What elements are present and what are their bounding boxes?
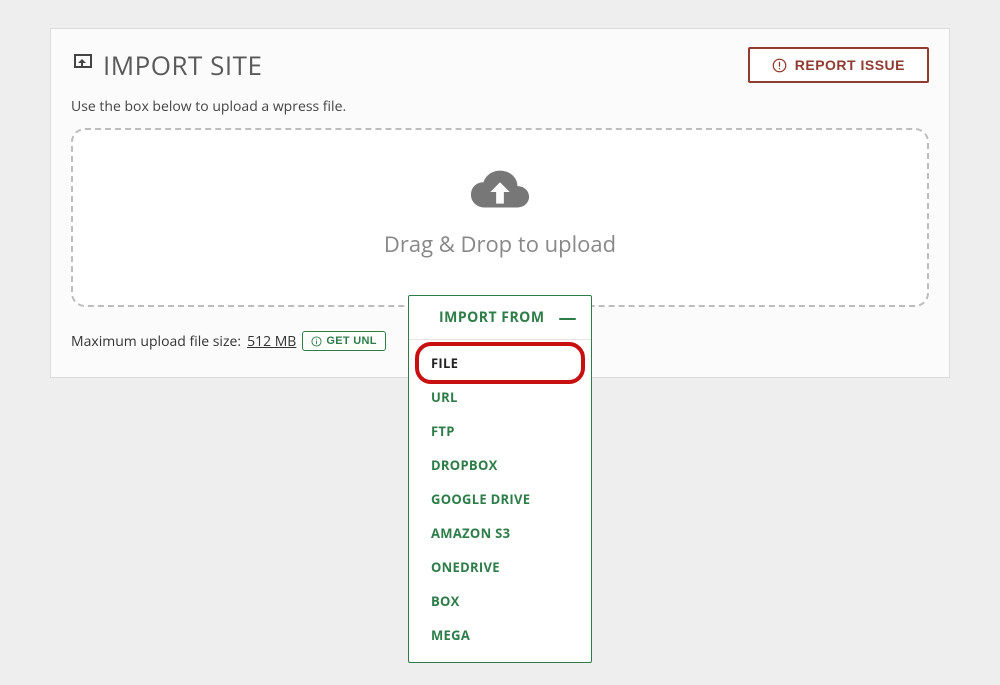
- panel-title-text: IMPORT SITE: [103, 47, 262, 83]
- alert-circle-icon: [772, 58, 787, 73]
- upload-dropzone[interactable]: Drag & Drop to upload: [71, 128, 929, 307]
- import-option-url[interactable]: URL: [409, 380, 591, 414]
- collapse-icon: —: [559, 311, 578, 325]
- highlight-ring: [415, 342, 585, 384]
- subtext: Use the box below to upload a wpress fil…: [71, 97, 929, 116]
- import-option-onedrive[interactable]: ONEDRIVE: [409, 550, 591, 584]
- panel-header: IMPORT SITE REPORT ISSUE: [71, 47, 929, 83]
- import-from-menu: FILEURLFTPDROPBOXGOOGLE DRIVEAMAZON S3ON…: [409, 340, 591, 662]
- import-option-amazon-s3[interactable]: AMAZON S3: [409, 516, 591, 550]
- import-from-toggle[interactable]: IMPORT FROM —: [409, 296, 591, 340]
- import-option-dropbox[interactable]: DROPBOX: [409, 448, 591, 482]
- import-option-box[interactable]: BOX: [409, 584, 591, 618]
- import-option-mega[interactable]: MEGA: [409, 618, 591, 652]
- import-from-dropdown: IMPORT FROM — FILEURLFTPDROPBOXGOOGLE DR…: [408, 295, 592, 663]
- import-from-label: IMPORT FROM: [439, 308, 545, 327]
- panel-title: IMPORT SITE: [71, 47, 262, 83]
- max-upload-size: 512 MB: [247, 332, 296, 351]
- info-circle-icon: [311, 336, 322, 347]
- import-option-google-drive[interactable]: GOOGLE DRIVE: [409, 482, 591, 516]
- import-option-file[interactable]: FILE: [409, 346, 591, 380]
- import-option-ftp[interactable]: FTP: [409, 414, 591, 448]
- report-issue-label: REPORT ISSUE: [795, 57, 905, 73]
- report-issue-button[interactable]: REPORT ISSUE: [748, 47, 929, 83]
- get-unlimited-label: GET UNL: [326, 335, 376, 347]
- cloud-upload-icon: [469, 197, 531, 219]
- max-upload-label: Maximum upload file size:: [71, 332, 241, 351]
- dropzone-label: Drag & Drop to upload: [73, 229, 927, 259]
- import-site-icon: [71, 47, 95, 83]
- get-unlimited-button[interactable]: GET UNL: [302, 331, 385, 351]
